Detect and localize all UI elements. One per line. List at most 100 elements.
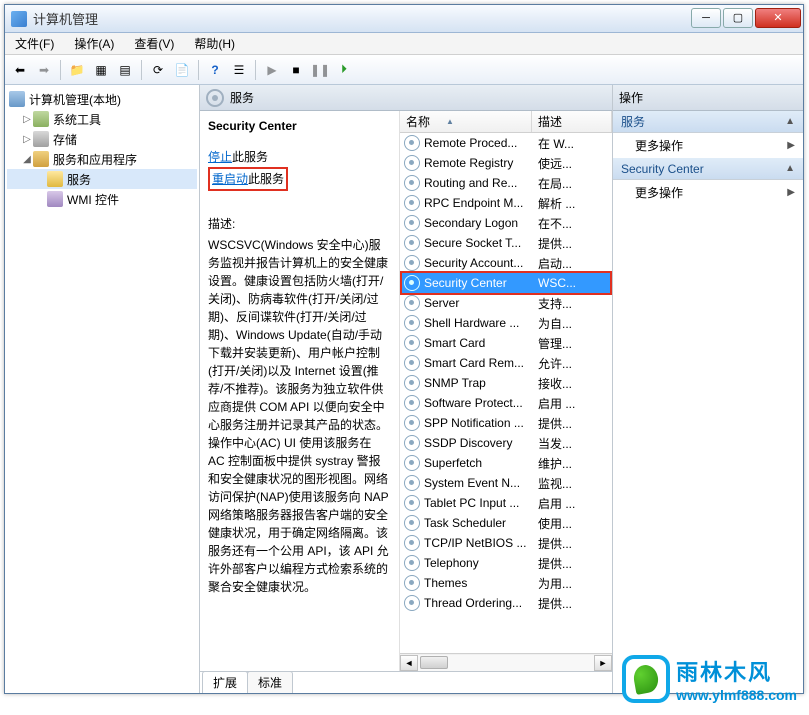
- action-more-1[interactable]: 更多操作 ▶: [613, 133, 803, 158]
- properties-button[interactable]: ▦: [90, 59, 112, 81]
- tree-item-storage[interactable]: ▷ 存储: [7, 129, 197, 149]
- menu-action[interactable]: 操作(A): [64, 33, 124, 54]
- menu-view[interactable]: 查看(V): [124, 33, 184, 54]
- scroll-track[interactable]: [418, 655, 594, 671]
- service-row[interactable]: Smart Card管理...: [400, 333, 612, 353]
- service-row[interactable]: TCP/IP NetBIOS ...提供...: [400, 533, 612, 553]
- service-desc: 启动...: [534, 255, 612, 272]
- service-icon: [404, 175, 420, 191]
- service-row[interactable]: Security CenterWSC...: [400, 273, 612, 293]
- tree-item-services-apps[interactable]: ◢ 服务和应用程序: [7, 149, 197, 169]
- tree-root[interactable]: 计算机管理(本地): [7, 89, 197, 109]
- service-row[interactable]: RPC Endpoint M...解析 ...: [400, 193, 612, 213]
- description-text: WSCSVC(Windows 安全中心)服务监视并报告计算机上的安全健康设置。健…: [208, 236, 391, 596]
- maximize-button[interactable]: ▢: [723, 8, 753, 28]
- service-row[interactable]: Shell Hardware ...为自...: [400, 313, 612, 333]
- restart-button[interactable]: ⏵: [333, 59, 355, 81]
- service-icon: [404, 295, 420, 311]
- service-icon: [404, 495, 420, 511]
- expand-icon[interactable]: ▷: [21, 114, 33, 125]
- titlebar: 计算机管理 ─ ▢ ✕: [5, 5, 803, 33]
- service-icon: [404, 135, 420, 151]
- service-row[interactable]: Tablet PC Input ...启用 ...: [400, 493, 612, 513]
- help-button[interactable]: ?: [204, 59, 226, 81]
- action-more-2[interactable]: 更多操作 ▶: [613, 180, 803, 205]
- col-header-name[interactable]: 名称 ▲: [400, 111, 532, 132]
- service-row[interactable]: Telephony提供...: [400, 553, 612, 573]
- stop-button[interactable]: ■: [285, 59, 307, 81]
- forward-button[interactable]: ➡: [33, 59, 55, 81]
- detail-pane-button[interactable]: ▤: [114, 59, 136, 81]
- service-row[interactable]: Server支持...: [400, 293, 612, 313]
- back-button[interactable]: ⬅: [9, 59, 31, 81]
- service-row[interactable]: SPP Notification ...提供...: [400, 413, 612, 433]
- watermark: 雨林木风 www.ylmf888.com: [622, 655, 797, 703]
- actions-header: 操作: [613, 85, 803, 111]
- actions-section-selected[interactable]: Security Center ▲: [613, 158, 803, 180]
- chevron-up-icon: ▲: [785, 116, 795, 127]
- service-row[interactable]: Thread Ordering...提供...: [400, 593, 612, 613]
- list-button[interactable]: ☰: [228, 59, 250, 81]
- pause-button[interactable]: ❚❚: [309, 59, 331, 81]
- horizontal-scrollbar[interactable]: ◄ ►: [400, 653, 612, 671]
- col-name-label: 名称: [406, 113, 430, 130]
- tree-item-system-tools[interactable]: ▷ 系统工具: [7, 109, 197, 129]
- menu-help[interactable]: 帮助(H): [184, 33, 245, 54]
- actions-section-services[interactable]: 服务 ▲: [613, 111, 803, 133]
- scroll-thumb[interactable]: [420, 656, 448, 669]
- minimize-button[interactable]: ─: [691, 8, 721, 28]
- service-row[interactable]: Routing and Re...在局...: [400, 173, 612, 193]
- service-row[interactable]: Remote Registry使远...: [400, 153, 612, 173]
- service-row[interactable]: Software Protect...启用 ...: [400, 393, 612, 413]
- service-row[interactable]: Task Scheduler使用...: [400, 513, 612, 533]
- service-name: Themes: [424, 576, 534, 590]
- refresh-button[interactable]: ⟳: [147, 59, 169, 81]
- selected-service-name: Security Center: [208, 119, 391, 133]
- service-name: Server: [424, 296, 534, 310]
- restart-service-link[interactable]: 重启动: [212, 172, 248, 186]
- gear-icon: [206, 89, 224, 107]
- service-icon: [404, 235, 420, 251]
- action-label: 更多操作: [635, 184, 683, 201]
- services-list[interactable]: Remote Proced...在 W...Remote Registry使远.…: [400, 133, 612, 653]
- close-button[interactable]: ✕: [755, 8, 801, 28]
- service-desc: 在 W...: [534, 135, 612, 152]
- tree-item-wmi[interactable]: WMI 控件: [7, 189, 197, 209]
- collapse-icon[interactable]: ◢: [21, 154, 33, 165]
- scroll-right-button[interactable]: ►: [594, 655, 612, 671]
- service-row[interactable]: Remote Proced...在 W...: [400, 133, 612, 153]
- service-name: Security Center: [424, 276, 534, 290]
- stop-service-link[interactable]: 停止: [208, 150, 232, 164]
- service-desc: 管理...: [534, 335, 612, 352]
- up-folder-button[interactable]: 📁: [66, 59, 88, 81]
- watermark-cn: 雨林木风: [676, 655, 797, 687]
- service-name: Telephony: [424, 556, 534, 570]
- service-row[interactable]: SNMP Trap接收...: [400, 373, 612, 393]
- description-pane: Security Center 停止此服务 重启动此服务 描述: WSCSVC(…: [200, 111, 400, 671]
- tab-extended[interactable]: 扩展: [202, 671, 248, 693]
- service-row[interactable]: System Event N...监视...: [400, 473, 612, 493]
- expand-icon[interactable]: ▷: [21, 134, 33, 145]
- service-name: Security Account...: [424, 256, 534, 270]
- export-button[interactable]: 📄: [171, 59, 193, 81]
- service-name: Smart Card Rem...: [424, 356, 534, 370]
- tab-standard[interactable]: 标准: [247, 671, 293, 693]
- service-row[interactable]: Themes为用...: [400, 573, 612, 593]
- service-row[interactable]: Security Account...启动...: [400, 253, 612, 273]
- col-header-desc[interactable]: 描述: [532, 111, 612, 132]
- services-apps-icon: [33, 151, 49, 167]
- service-name: Routing and Re...: [424, 176, 534, 190]
- service-icon: [404, 355, 420, 371]
- service-name: Remote Proced...: [424, 136, 534, 150]
- service-row[interactable]: Smart Card Rem...允许...: [400, 353, 612, 373]
- tree-item-services[interactable]: 服务: [7, 169, 197, 189]
- service-row[interactable]: Secure Socket T...提供...: [400, 233, 612, 253]
- play-button[interactable]: ▶: [261, 59, 283, 81]
- tree-root-label: 计算机管理(本地): [29, 91, 121, 108]
- service-row[interactable]: Secondary Logon在不...: [400, 213, 612, 233]
- menu-file[interactable]: 文件(F): [5, 33, 64, 54]
- separator: [60, 60, 61, 80]
- scroll-left-button[interactable]: ◄: [400, 655, 418, 671]
- service-row[interactable]: SSDP Discovery当发...: [400, 433, 612, 453]
- service-row[interactable]: Superfetch维护...: [400, 453, 612, 473]
